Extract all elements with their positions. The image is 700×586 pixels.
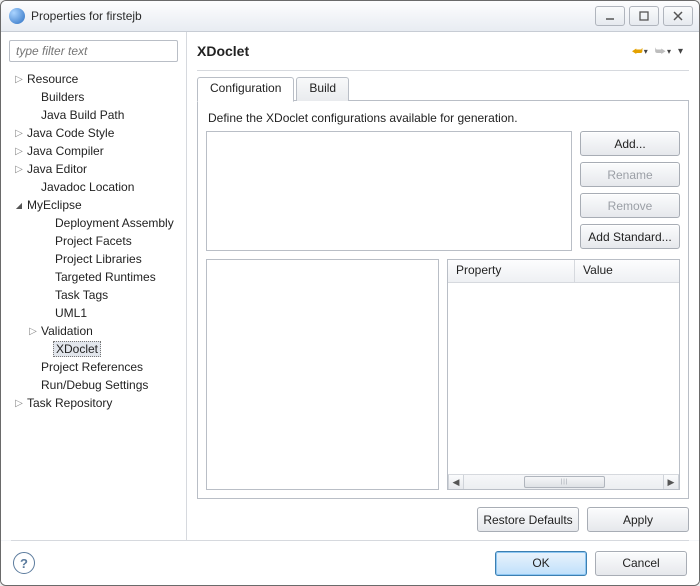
apply-button[interactable]: Apply [587,507,689,532]
page-description: Define the XDoclet configurations availa… [208,111,680,125]
property-column-header[interactable]: Property [448,260,575,282]
detail-list[interactable] [206,259,439,490]
tree-item-label: Targeted Runtimes [53,270,158,284]
cancel-button[interactable]: Cancel [595,551,687,576]
navigation-pane: ▷Resource▷Builders▷Java Build Path▷Java … [1,32,187,540]
twisty-closed-icon[interactable]: ▷ [27,326,39,337]
close-button[interactable] [663,6,693,26]
property-table[interactable]: Property Value ◀ ▶ [447,259,680,490]
add-button[interactable]: Add... [580,131,680,156]
tree-item[interactable]: ▷Run/Debug Settings [5,376,182,394]
value-column-header[interactable]: Value [575,260,679,282]
horizontal-scrollbar[interactable]: ◀ ▶ [448,474,679,489]
filter-input[interactable] [9,40,178,62]
tree-item[interactable]: ▷Java Editor [5,160,182,178]
dialog-footer: ? OK Cancel [1,541,699,585]
tab-build[interactable]: Build [296,77,349,101]
maximize-button[interactable] [629,6,659,26]
help-icon[interactable]: ? [13,552,35,574]
tree-item[interactable]: ▷Project References [5,358,182,376]
scroll-right-icon[interactable]: ▶ [663,475,679,489]
tab-configuration[interactable]: Configuration [197,77,294,102]
tree-item[interactable]: ▷Targeted Runtimes [5,268,182,286]
property-table-header: Property Value [448,260,679,283]
dialog-body: ▷Resource▷Builders▷Java Build Path▷Java … [1,32,699,540]
tree-item-label: Task Tags [53,288,110,302]
tab-panel: Define the XDoclet configurations availa… [197,101,689,499]
tree-item-label: Task Repository [25,396,114,410]
tree-item-label: Project References [39,360,145,374]
settings-tree[interactable]: ▷Resource▷Builders▷Java Build Path▷Java … [1,70,186,540]
tree-item-label: Java Build Path [39,108,126,122]
twisty-closed-icon[interactable]: ▷ [13,146,25,157]
tree-item-label: Java Code Style [25,126,116,140]
tree-item[interactable]: ▷Task Tags [5,286,182,304]
property-table-body[interactable] [448,283,679,474]
tree-item-label: Java Compiler [25,144,106,158]
tree-item-label: Builders [39,90,86,104]
tree-item-label: Run/Debug Settings [39,378,150,392]
minimize-button[interactable] [595,6,625,26]
tree-item[interactable]: ▷Project Libraries [5,250,182,268]
tree-item[interactable]: ▷Java Code Style [5,124,182,142]
tree-item[interactable]: ◢MyEclipse [5,196,182,214]
tree-item[interactable]: ▷Builders [5,88,182,106]
forward-icon[interactable]: ⮩ [655,44,666,59]
restore-defaults-button[interactable]: Restore Defaults [477,507,579,532]
properties-dialog: Properties for firstejb ▷Resource▷Builde… [0,0,700,586]
settings-page: XDoclet ⮨ ▾ ⮩ ▾ ▾ Configuration Build De… [187,32,699,540]
tree-item-label: Java Editor [25,162,89,176]
tree-item[interactable]: ▷Javadoc Location [5,178,182,196]
tree-item[interactable]: ▷Project Facets [5,232,182,250]
tree-item[interactable]: ▷XDoclet [5,340,182,358]
app-icon [9,8,25,24]
tree-item-label: XDoclet [53,341,101,357]
tree-item-label: Deployment Assembly [53,216,176,230]
tree-item-label: UML1 [53,306,89,320]
twisty-closed-icon[interactable]: ▷ [13,398,25,409]
scroll-left-icon[interactable]: ◀ [448,475,464,489]
titlebar: Properties for firstejb [1,1,699,32]
tree-item[interactable]: ▷Task Repository [5,394,182,412]
window-title: Properties for firstejb [31,9,595,23]
configurations-list[interactable] [206,131,572,251]
tree-item-label: Project Facets [53,234,134,248]
rename-button[interactable]: Rename [580,162,680,187]
tree-item-label: Javadoc Location [39,180,136,194]
tree-item[interactable]: ▷Deployment Assembly [5,214,182,232]
twisty-closed-icon[interactable]: ▷ [13,164,25,175]
remove-button[interactable]: Remove [580,193,680,218]
tree-item[interactable]: ▷Java Build Path [5,106,182,124]
tree-item[interactable]: ▷Resource [5,70,182,88]
back-menu-icon[interactable]: ▾ [644,47,648,56]
tree-item[interactable]: ▷Validation [5,322,182,340]
page-heading: XDoclet [197,43,632,59]
tree-item-label: Project Libraries [53,252,144,266]
tree-item-label: Resource [25,72,80,86]
tree-item[interactable]: ▷Java Compiler [5,142,182,160]
back-icon[interactable]: ⮨ [632,44,643,59]
history-nav: ⮨ ▾ ⮩ ▾ ▾ [632,44,689,59]
tree-item[interactable]: ▷UML1 [5,304,182,322]
twisty-closed-icon[interactable]: ▷ [13,128,25,139]
scroll-thumb[interactable] [524,476,606,488]
tabs: Configuration Build [197,77,689,101]
ok-button[interactable]: OK [495,551,587,576]
tree-item-label: MyEclipse [25,198,84,212]
tree-item-label: Validation [39,324,95,338]
twisty-closed-icon[interactable]: ▷ [13,74,25,85]
page-menu-icon[interactable]: ▾ [678,46,683,57]
add-standard-button[interactable]: Add Standard... [580,224,680,249]
twisty-open-icon[interactable]: ◢ [13,201,25,210]
forward-menu-icon[interactable]: ▾ [667,47,671,56]
